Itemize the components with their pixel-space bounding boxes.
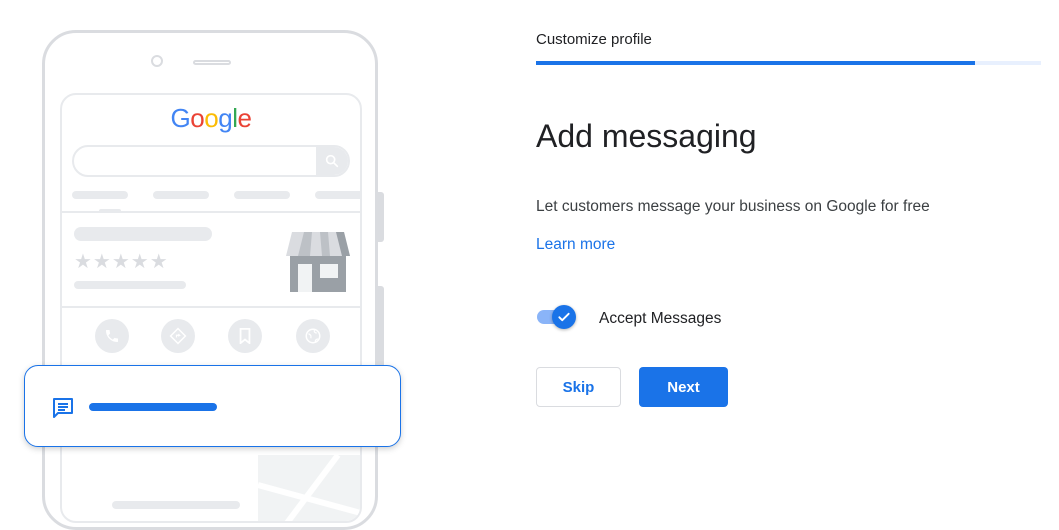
check-icon [558,312,570,322]
phone-button [378,192,384,242]
next-button[interactable]: Next [639,367,728,407]
website-icon [296,319,330,353]
address-placeholder [112,501,240,509]
toggle-label: Accept Messages [599,310,722,327]
chat-message-icon [53,398,73,418]
page-description: Let customers message your business on G… [536,198,930,215]
address-placeholder [112,521,216,523]
search-icon [316,147,348,175]
divider [62,211,360,213]
tab-placeholder [153,191,209,199]
directions-icon [161,319,195,353]
phone-icon [95,319,129,353]
google-logo: Google [62,103,360,134]
business-name-placeholder [74,227,212,241]
phone-camera [151,55,163,67]
logo-letter-o1: o [190,103,205,133]
search-bar-illustration [72,145,350,177]
divider [62,306,360,308]
logo-letter-g2: g [218,103,233,133]
accept-messages-toggle[interactable] [536,304,578,330]
message-placeholder-bar [89,403,217,411]
progress-fill [536,61,976,65]
toggle-knob [552,305,576,329]
business-info-placeholder [74,281,186,289]
logo-letter-g: G [170,103,191,133]
skip-button[interactable]: Skip [536,367,621,407]
phone-button [378,286,384,372]
phone-screen: Google ★★★★★ [60,93,362,523]
message-card-illustration [24,365,401,447]
phone-speaker [193,60,231,65]
page-title: Add messaging [536,118,757,154]
progress-bar [536,61,1041,65]
tab-placeholder [315,191,360,199]
logo-letter-e: e [237,103,252,133]
phone-illustration: Google ★★★★★ [42,30,378,530]
bookmark-icon [228,319,262,353]
tab-placeholder [234,191,290,199]
step-label: Customize profile [536,31,652,48]
logo-letter-o2: o [204,103,219,133]
tab-placeholder [72,191,128,199]
rating-stars: ★★★★★ [74,251,169,273]
learn-more-link[interactable]: Learn more [536,236,615,254]
map-illustration [257,453,360,521]
storefront-icon [286,232,350,292]
